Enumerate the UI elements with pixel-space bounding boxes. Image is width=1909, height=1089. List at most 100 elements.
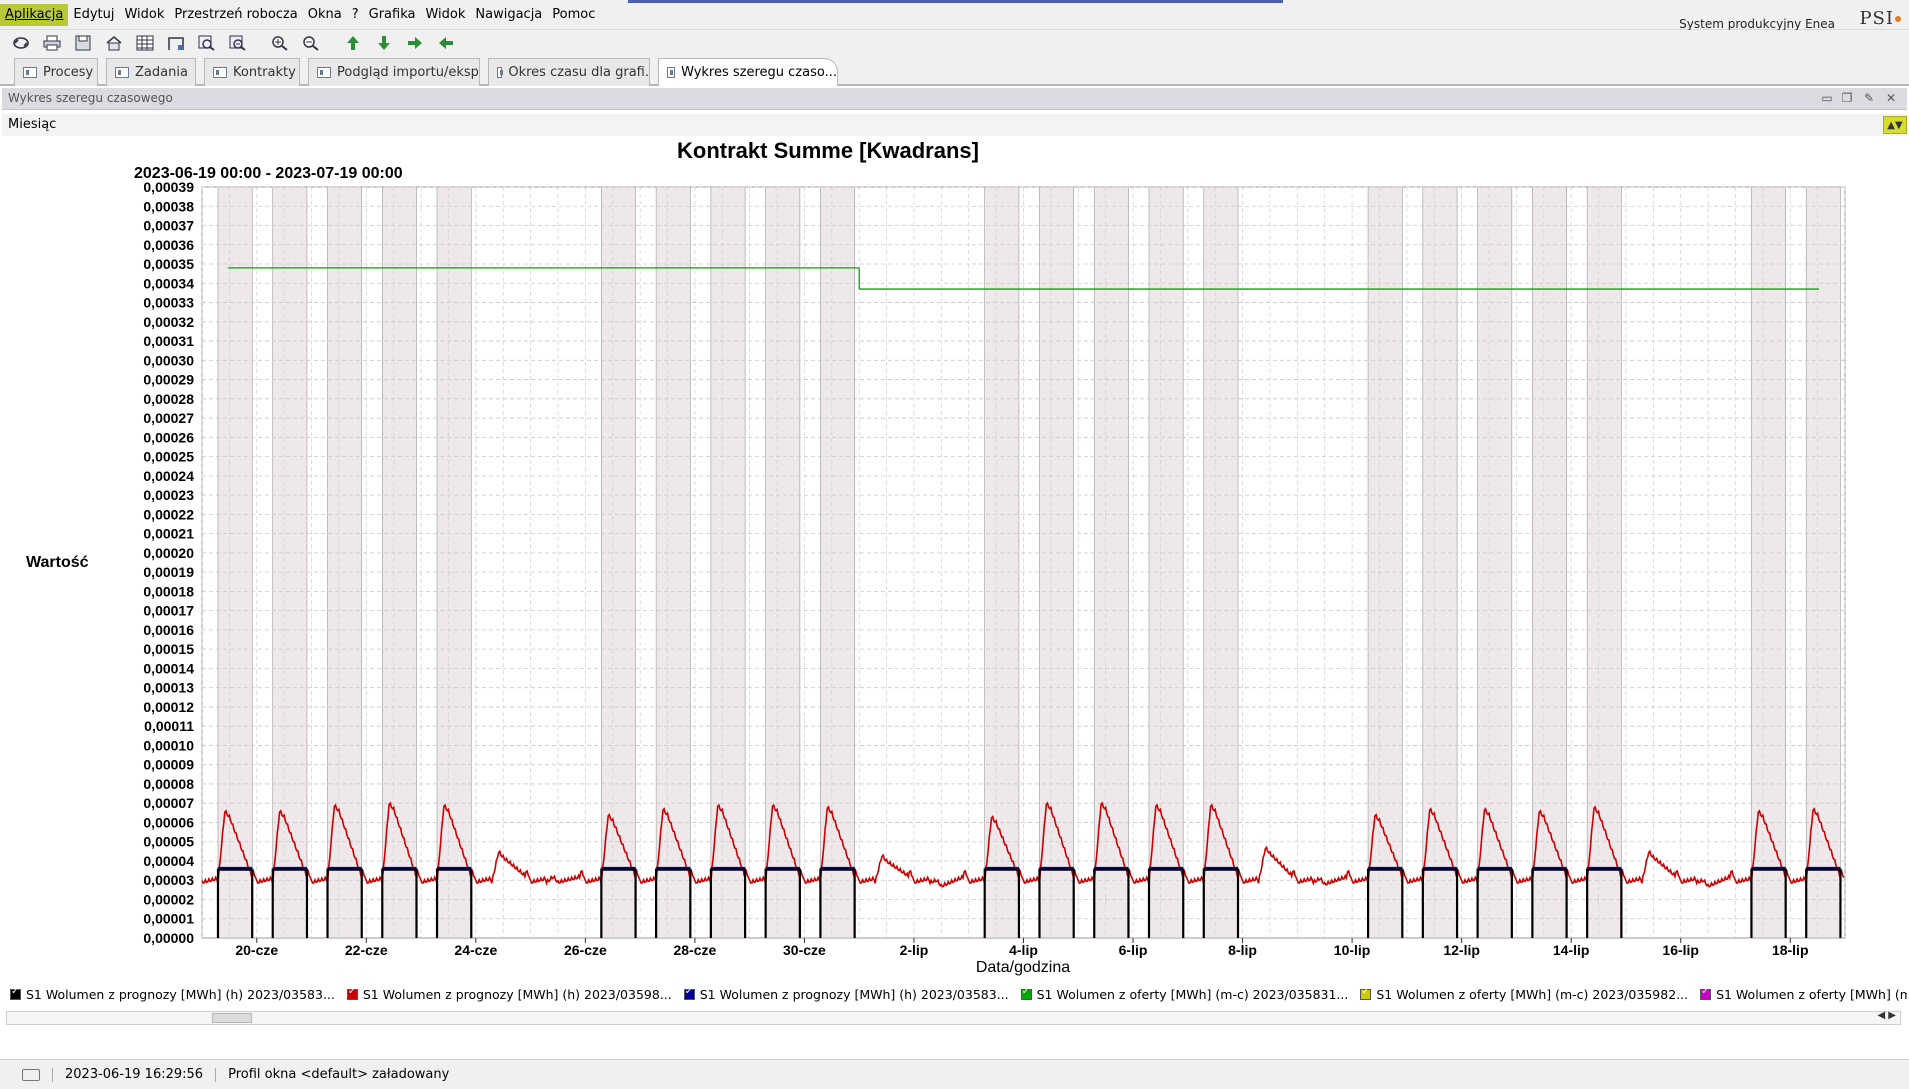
- menu-item-grafika[interactable]: Grafika: [364, 4, 421, 26]
- minimize-icon[interactable]: ▭: [1819, 91, 1835, 105]
- expand-options-button[interactable]: ▲▼: [1883, 116, 1907, 134]
- period-bar: Miesiąc ▲▼: [2, 114, 1907, 136]
- x-tick-label: 14-lip: [1553, 942, 1590, 958]
- horizontal-scrollbar[interactable]: ◀ ▶: [6, 1010, 1901, 1025]
- legend-item[interactable]: S1 Wolumen z oferty [MWh] (m-c) 2023/035…: [1700, 986, 1907, 1002]
- y-tick-label: 0,00003: [143, 872, 194, 888]
- legend-checkbox[interactable]: [10, 986, 21, 1000]
- tab-label: Podgląd importu/eksp: [337, 65, 479, 80]
- menu-item-widok[interactable]: Widok: [420, 4, 470, 26]
- legend-item[interactable]: S1 Wolumen z oferty [MWh] (m-c) 2023/035…: [1360, 986, 1689, 1002]
- tab-procesy[interactable]: Procesy: [14, 58, 98, 86]
- y-tick-label: 0,00006: [143, 814, 194, 830]
- tab-label: Kontrakty: [233, 65, 296, 80]
- y-tick-label: 0,00030: [143, 352, 194, 368]
- scroll-arrows-icon[interactable]: ◀ ▶: [1877, 1010, 1896, 1021]
- y-tick-label: 0,00032: [143, 314, 194, 330]
- menu-item-aplikacja[interactable]: Aplikacja: [0, 4, 69, 26]
- menu-item-widok[interactable]: Widok: [119, 4, 169, 26]
- y-tick-label: 0,00033: [143, 295, 194, 311]
- tab-label: Procesy: [43, 65, 94, 80]
- x-tick-label: 18-lip: [1772, 942, 1809, 958]
- tab-wykres-szeregu[interactable]: Wykres szeregu czaso...: [658, 58, 838, 86]
- home-icon[interactable]: [101, 32, 127, 54]
- arrow-right-icon[interactable]: [402, 32, 428, 54]
- tab-kontrakty[interactable]: Kontrakty: [204, 58, 300, 86]
- tab-podglad-importu[interactable]: Podgląd importu/eksp: [308, 58, 480, 86]
- y-tick-label: 0,00005: [143, 834, 194, 850]
- status-window-icon: [22, 1068, 40, 1081]
- menu-item-okna[interactable]: Okna: [303, 4, 347, 26]
- legend-checkbox[interactable]: [1700, 986, 1712, 1000]
- x-tick-label: 26-cze: [564, 942, 607, 958]
- tab-zadania[interactable]: Zadania: [106, 58, 196, 86]
- y-tick-label: 0,00017: [143, 603, 194, 619]
- y-tick-label: 0,00028: [143, 391, 194, 407]
- tab-window-icon: [23, 67, 37, 78]
- y-tick-label: 0,00007: [143, 795, 194, 811]
- y-tick-label: 0,00016: [143, 622, 194, 638]
- legend-item[interactable]: S1 Wolumen z prognozy [MWh] (h) 2023/035…: [346, 986, 672, 1002]
- legend-label: S1 Wolumen z prognozy [MWh] (h) 2023/035…: [362, 986, 672, 1002]
- y-tick-label: 0,00009: [143, 757, 194, 773]
- tab-label: Zadania: [135, 65, 188, 80]
- restore-icon[interactable]: ❐: [1839, 91, 1855, 105]
- y-tick-label: 0,00015: [143, 641, 194, 657]
- x-tick-label: 8-lip: [1228, 942, 1257, 958]
- y-tick-label: 0,00020: [143, 545, 194, 561]
- close-icon[interactable]: ✕: [1883, 91, 1899, 105]
- menu-item--[interactable]: ?: [347, 4, 364, 26]
- legend-checkbox[interactable]: [1020, 986, 1032, 1000]
- legend-label: S1 Wolumen z prognozy [MWh] (h) 2023/035…: [26, 986, 335, 1002]
- arrow-up-icon[interactable]: [340, 32, 366, 54]
- legend-item[interactable]: S1 Wolumen z prognozy [MWh] (h) 2023/035…: [10, 986, 335, 1002]
- menu-item-pomoc[interactable]: Pomoc: [547, 4, 600, 26]
- x-tick-label: 30-cze: [783, 942, 826, 958]
- y-tick-label: 0,00036: [143, 237, 194, 253]
- scrollbar-thumb[interactable]: [212, 1013, 252, 1023]
- tab-okres-czasu[interactable]: Okres czasu dla grafi.: [488, 58, 650, 86]
- time-series-chart[interactable]: Kontrakt Summe [Kwadrans]2023-06-19 00:0…: [2, 136, 1907, 981]
- legend-label: S1 Wolumen z oferty [MWh] (m-c) 2023/035…: [1376, 986, 1689, 1002]
- x-tick-label: 16-lip: [1662, 942, 1699, 958]
- tab-window-icon: [115, 67, 129, 78]
- tab-window-icon: [667, 67, 676, 78]
- y-tick-label: 0,00025: [143, 449, 194, 465]
- status-timestamp: 2023-06-19 16:29:56: [65, 1067, 204, 1082]
- zoom-out-icon[interactable]: [225, 32, 251, 54]
- zoom-in-icon[interactable]: [194, 32, 220, 54]
- y-tick-label: 0,00026: [143, 429, 194, 445]
- zoom-in-alt-icon[interactable]: [267, 32, 293, 54]
- shaded-window: [984, 186, 1020, 939]
- y-tick-label: 0,00021: [143, 526, 194, 542]
- refresh-icon[interactable]: [8, 32, 34, 54]
- menu-item-przestrzeń-robocza[interactable]: Przestrzeń robocza: [169, 4, 302, 26]
- legend-checkbox[interactable]: [346, 986, 358, 1000]
- legend-item[interactable]: S1 Wolumen z prognozy [MWh] (h) 2023/035…: [683, 986, 1009, 1002]
- y-tick-label: 0,00011: [144, 718, 194, 734]
- x-tick-label: 28-cze: [673, 942, 716, 958]
- y-tick-label: 0,00018: [143, 583, 194, 599]
- table-icon[interactable]: [132, 32, 158, 54]
- menu-item-edytuj[interactable]: Edytuj: [68, 4, 119, 26]
- arrow-left-icon[interactable]: [433, 32, 459, 54]
- chart-select-icon[interactable]: [163, 32, 189, 54]
- legend-checkbox[interactable]: [1360, 986, 1372, 1000]
- legend-checkbox[interactable]: [683, 986, 695, 1000]
- period-label: Miesiąc: [8, 117, 57, 132]
- legend-item[interactable]: S1 Wolumen z oferty [MWh] (m-c) 2023/035…: [1020, 986, 1348, 1002]
- menu-item-nawigacja[interactable]: Nawigacja: [470, 4, 547, 26]
- y-tick-label: 0,00013: [143, 680, 194, 696]
- print-icon[interactable]: [39, 32, 65, 54]
- y-tick-label: 0,00014: [143, 660, 194, 676]
- tab-label: Wykres szeregu czaso...: [681, 65, 837, 80]
- zoom-out-alt-icon[interactable]: [298, 32, 324, 54]
- arrow-down-icon[interactable]: [371, 32, 397, 54]
- pin-icon[interactable]: ✎: [1861, 91, 1877, 105]
- save-icon[interactable]: [70, 32, 96, 54]
- tab-label: Okres czasu dla grafi.: [508, 65, 649, 80]
- panel-title: Wykres szeregu czasowego: [8, 91, 173, 105]
- tab-bar: Procesy Zadania Kontrakty Podgląd import…: [0, 56, 1909, 86]
- y-tick-label: 0,00023: [143, 487, 194, 503]
- x-tick-label: 22-cze: [345, 942, 388, 958]
